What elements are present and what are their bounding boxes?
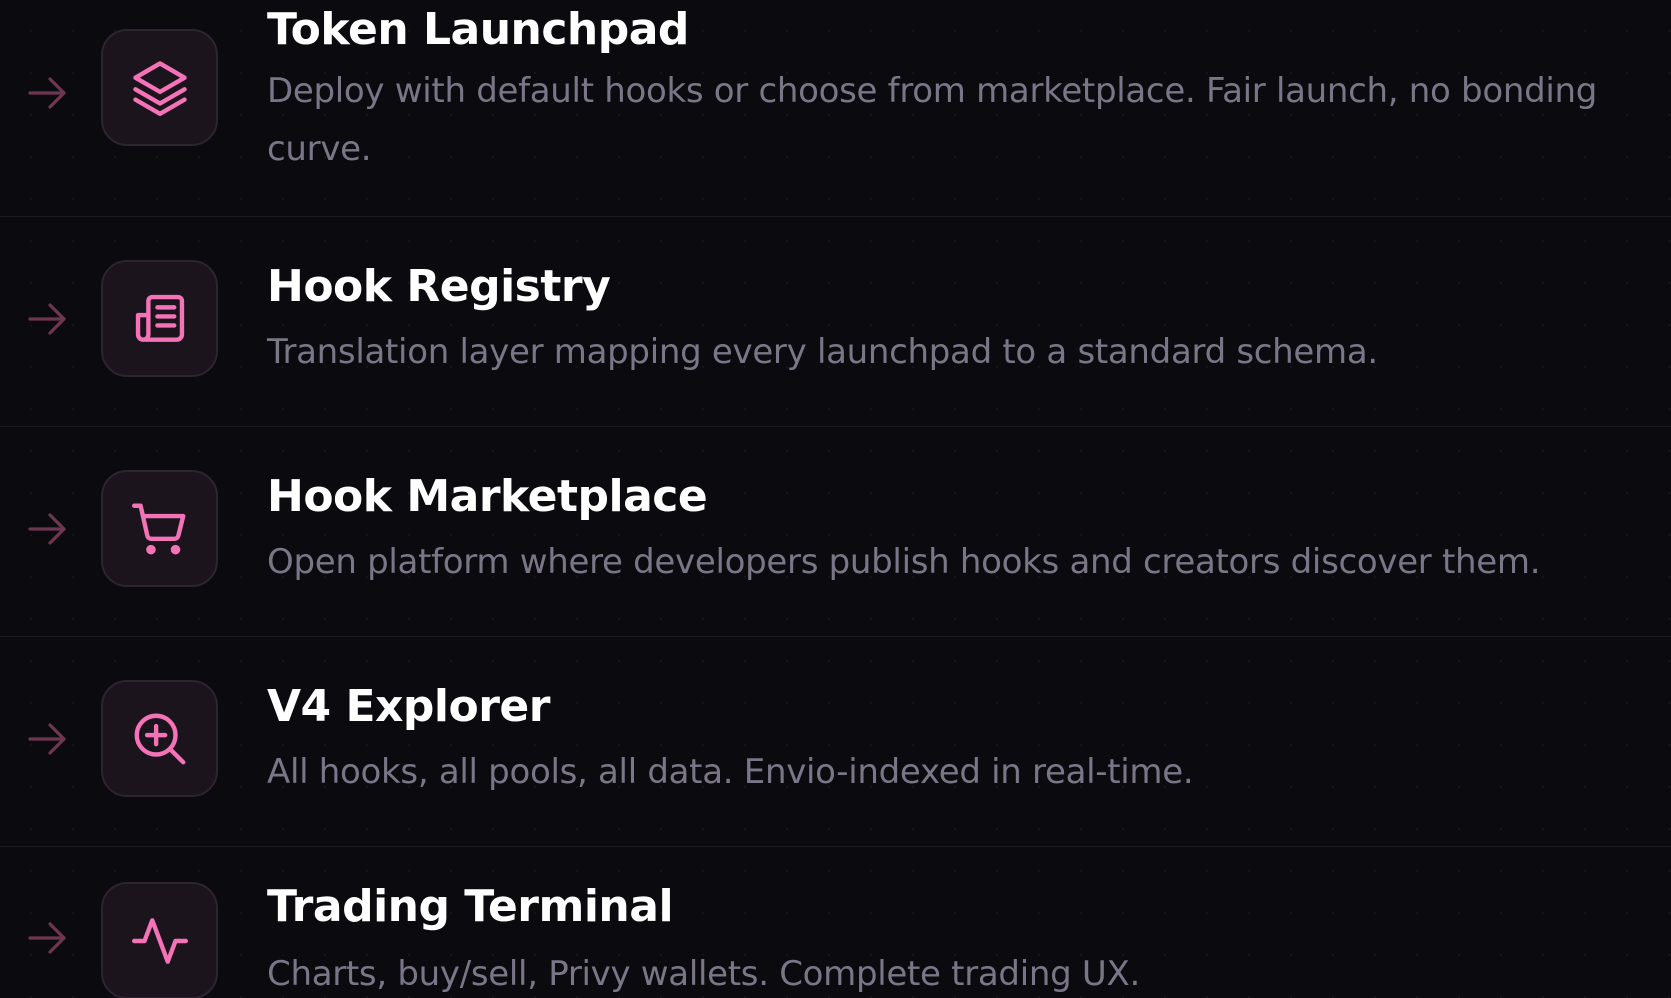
arrow-right-icon	[24, 715, 72, 763]
feature-description: Translation layer mapping every launchpa…	[267, 332, 1378, 372]
feature-title: Trading Terminal	[267, 881, 674, 932]
feature-row-hook-marketplace[interactable]: Hook Marketplace Open platform where dev…	[0, 427, 1671, 637]
feature-row-trading-terminal[interactable]: Trading Terminal Charts, buy/sell, Privy…	[0, 847, 1671, 998]
feature-title: Hook Marketplace	[267, 471, 708, 522]
shopping-cart-icon	[101, 470, 218, 587]
feature-title: Hook Registry	[267, 261, 611, 312]
feature-row-token-launchpad[interactable]: Token Launchpad Deploy with default hook…	[0, 0, 1671, 217]
arrow-right-icon	[24, 295, 72, 343]
layers-icon	[101, 29, 218, 146]
feature-row-v4-explorer[interactable]: V4 Explorer All hooks, all pools, all da…	[0, 637, 1671, 847]
feature-title: Token Launchpad	[267, 4, 689, 55]
feature-description: Open platform where developers publish h…	[267, 542, 1541, 582]
arrow-right-icon	[24, 505, 72, 553]
feature-title: V4 Explorer	[267, 681, 550, 732]
activity-pulse-icon	[101, 882, 218, 998]
arrow-right-icon	[24, 914, 72, 962]
zoom-in-icon	[101, 680, 218, 797]
feature-list: Token Launchpad Deploy with default hook…	[0, 0, 1671, 998]
newspaper-icon	[101, 260, 218, 377]
feature-description: Deploy with default hooks or choose from…	[267, 71, 1598, 169]
feature-description: Charts, buy/sell, Privy wallets. Complet…	[267, 954, 1140, 994]
feature-description: All hooks, all pools, all data. Envio-in…	[267, 752, 1194, 792]
arrow-right-icon	[24, 69, 72, 117]
feature-row-hook-registry[interactable]: Hook Registry Translation layer mapping …	[0, 217, 1671, 427]
